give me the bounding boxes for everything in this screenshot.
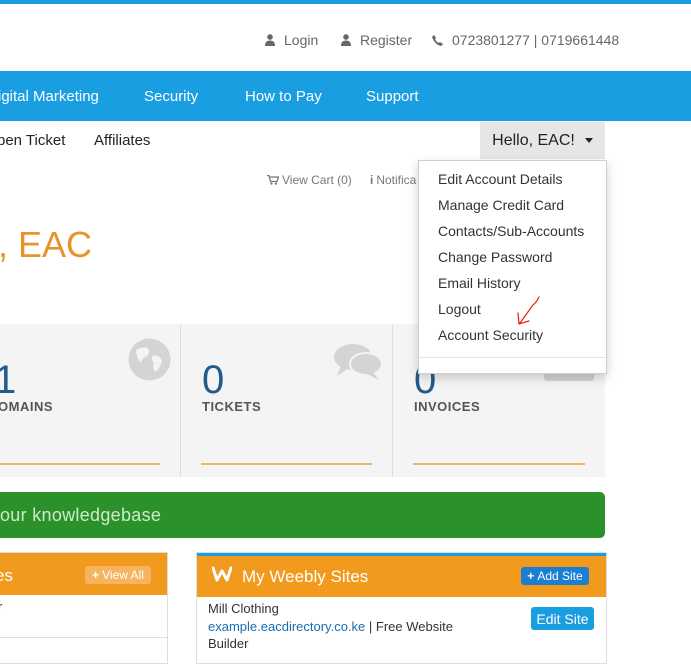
edit-site-label: Edit Site — [536, 610, 589, 627]
phone-icon — [432, 34, 443, 46]
site-type: Free Website — [375, 619, 453, 634]
stats-divider — [392, 324, 393, 477]
register-label: Register — [360, 32, 413, 48]
stat-underline — [0, 463, 160, 465]
user-dropdown-menu: Edit Account Details Manage Credit Card … — [418, 160, 607, 374]
top-links: Login Register 0723801277 | 0719661448 — [0, 32, 691, 50]
notifications-link[interactable]: i Notifica — [370, 173, 416, 187]
left-panel-header: es + View All — [0, 553, 167, 595]
info-icon: i — [370, 173, 374, 187]
menu-contacts-sub-accounts[interactable]: Contacts/Sub-Accounts — [438, 223, 584, 239]
plus-icon: + — [92, 568, 100, 582]
stat-underline — [201, 463, 372, 465]
login-link[interactable]: Login — [265, 32, 318, 48]
knowledgebase-search[interactable]: our knowledgebase — [0, 492, 605, 538]
cart-icon — [267, 175, 279, 185]
menu-logout[interactable]: Logout — [438, 301, 481, 317]
user-icon — [341, 34, 351, 46]
view-all-button[interactable]: + View All — [85, 566, 151, 584]
user-menu-toggle[interactable]: Hello, EAC! — [480, 122, 605, 159]
top-accent-line — [0, 0, 691, 4]
menu-account-security[interactable]: Account Security — [438, 327, 543, 343]
view-all-label: View All — [102, 568, 144, 582]
subnav-affiliates[interactable]: Affiliates — [94, 132, 150, 149]
knowledgebase-placeholder: our knowledgebase — [0, 505, 162, 525]
menu-email-history[interactable]: Email History — [438, 275, 520, 291]
phone-info: 0723801277 | 0719661448 — [432, 32, 619, 48]
stat-invoices-label: INVOICES — [414, 399, 481, 414]
stats-divider — [180, 324, 181, 477]
menu-manage-credit-card[interactable]: Manage Credit Card — [438, 197, 564, 213]
nav-digital-marketing[interactable]: igital Marketing — [0, 88, 99, 105]
left-panel: es + View All r — [0, 552, 168, 664]
phone-numbers: 0723801277 | 0719661448 — [452, 32, 620, 48]
weebly-panel-header: My Weebly Sites + Add Site — [197, 553, 606, 597]
subnav-open-ticket[interactable]: pen Ticket — [0, 132, 65, 149]
register-link[interactable]: Register — [341, 32, 412, 48]
site-details: example.eacdirectory.co.ke | Free Websit… — [208, 618, 453, 652]
plus-icon: + — [527, 569, 535, 583]
add-site-label: Add Site — [537, 569, 583, 583]
caret-down-icon — [584, 138, 593, 143]
left-panel-row: r — [0, 599, 3, 614]
menu-divider — [419, 357, 606, 358]
stat-domains-value: 1 — [0, 358, 17, 402]
left-panel-title: es — [0, 566, 13, 585]
view-cart-link[interactable]: View Cart (0) — [267, 173, 352, 187]
welcome-heading: , EAC — [0, 224, 93, 265]
nav-security[interactable]: Security — [144, 88, 198, 105]
panel-row-divider — [0, 637, 167, 638]
add-site-button[interactable]: + Add Site — [521, 567, 589, 585]
nav-support[interactable]: Support — [366, 88, 419, 105]
site-domain-link[interactable]: example.eacdirectory.co.ke — [208, 619, 365, 634]
comments-icon — [334, 344, 383, 380]
menu-change-password[interactable]: Change Password — [438, 249, 552, 265]
login-label: Login — [284, 32, 319, 48]
user-menu-label: Hello, EAC! — [492, 131, 575, 149]
site-separator: | — [365, 619, 376, 634]
stat-underline — [413, 463, 585, 465]
user-icon — [265, 34, 275, 46]
nav-how-to-pay[interactable]: How to Pay — [245, 88, 322, 105]
weebly-icon — [212, 566, 232, 582]
site-type-cont: Builder — [208, 636, 249, 651]
menu-edit-account-details[interactable]: Edit Account Details — [438, 171, 563, 187]
notifications-label: Notifica — [376, 173, 417, 187]
edit-site-button[interactable]: Edit Site — [531, 607, 594, 630]
stat-tickets-label: TICKETS — [202, 399, 262, 414]
stat-domains-label: OMAINS — [0, 399, 53, 414]
weebly-panel-title: My Weebly Sites — [242, 567, 369, 586]
globe-icon — [128, 338, 171, 381]
annotation-arrow-icon — [517, 296, 540, 325]
stat-tickets-value: 0 — [202, 358, 225, 402]
site-name: Mill Clothing — [208, 601, 279, 616]
main-navbar: igital Marketing Security How to Pay Sup… — [0, 71, 691, 121]
weebly-sites-panel: My Weebly Sites + Add Site Mill Clothing… — [196, 552, 607, 664]
view-cart-label: View Cart (0) — [282, 173, 352, 187]
